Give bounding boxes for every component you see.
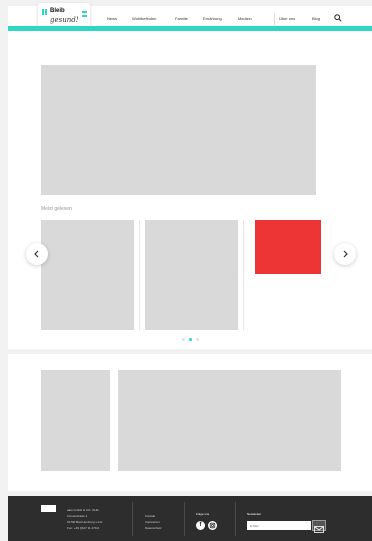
facebook-icon[interactable]: f [196,521,205,530]
brand-name-line2: gesund! [50,16,79,24]
carousel-card-1[interactable] [41,220,134,330]
carousel-dot-2[interactable] [189,338,192,341]
nav-item-blog[interactable]: Blog [312,16,320,21]
card-divider [139,220,140,330]
carousel-dot-3[interactable] [196,338,199,341]
instagram-icon[interactable] [208,521,217,530]
hero-image[interactable] [41,65,316,195]
footer-address-line: Immenstraße 4 [67,514,88,518]
footer-address-line: Fon: +49 (0)47 11 470-0 [67,526,100,530]
search-icon[interactable] [334,14,342,22]
footer-divider [132,502,133,536]
section-title: Meist gelesen [41,206,72,212]
newsletter-label: Newsletter [247,512,262,516]
footer-link-impressum[interactable]: Impressum [145,520,160,524]
teaser-image-small[interactable] [41,370,110,471]
newsletter-submit-button[interactable] [312,520,326,533]
card-divider [243,220,244,330]
nav-divider [274,13,275,25]
carousel-card-3[interactable] [255,220,321,274]
nav-item-wohlbefinden[interactable]: Wohlbefinden [132,16,156,21]
carousel-next-button[interactable] [334,243,356,265]
footer-address-line: 01700 Bad Homburg v.d.H [67,520,103,524]
nav-item-ernaehrung[interactable]: Ernährung [203,16,222,21]
carousel-prev-button[interactable] [26,243,48,265]
nav-item-familie[interactable]: Familie [175,16,188,21]
brand-name-line1: Bleib [50,8,65,14]
footer-link-datenschutz[interactable]: Datenschutz [145,526,162,530]
follow-label: Folge uns [196,512,210,516]
chevron-right-icon [343,250,348,258]
footer-divider [235,502,236,536]
logo-bars-icon [42,9,47,15]
carousel-card-2[interactable] [145,220,238,330]
logo-equals-icon [82,11,87,17]
newsletter-email-input[interactable] [247,521,311,530]
envelope-icon [314,526,324,533]
teaser-image-large[interactable] [118,370,341,471]
chevron-left-icon [34,250,39,258]
nav-item-medizin[interactable]: Medizin [238,16,252,21]
footer-logo[interactable] [41,505,56,512]
site-footer [8,496,372,541]
carousel-dot-1[interactable] [182,338,185,341]
footer-address-line: aalo GmbH & CO. OHG [67,508,99,512]
footer-divider [184,502,185,536]
nav-item-ueber-uns[interactable]: Über uns [279,16,295,21]
footer-link-kontakt[interactable]: Kontakt [145,514,155,518]
nav-item-news[interactable]: News [107,16,117,21]
